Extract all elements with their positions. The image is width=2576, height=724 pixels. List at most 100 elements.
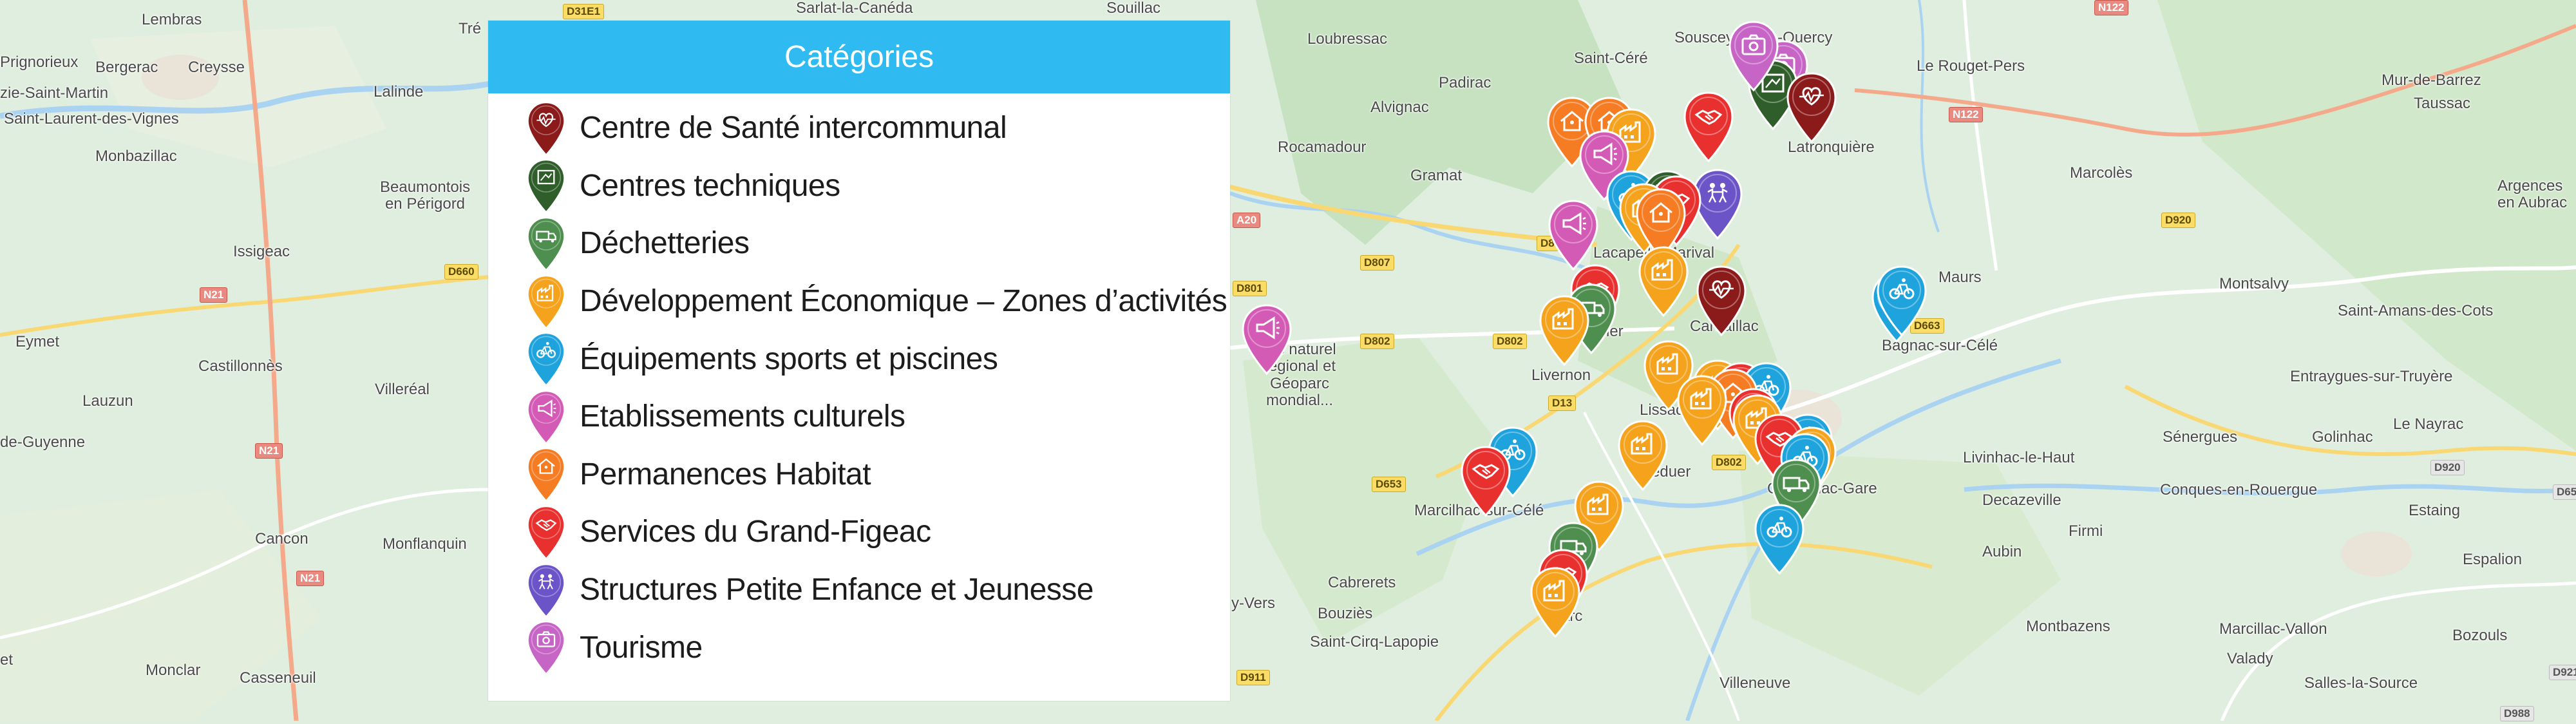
- category-item-permanences-habitat[interactable]: Permanences Habitat: [523, 446, 1227, 504]
- place-label: Rocamadour: [1278, 138, 1367, 156]
- place-label: Cabrerets: [1328, 574, 1396, 591]
- place-label: zie-Saint-Martin: [0, 84, 109, 102]
- place-label: Le Nayrac: [2393, 415, 2464, 433]
- place-label: Prignorieux: [0, 53, 79, 71]
- place-label: Salles-la-Source: [2304, 674, 2418, 692]
- place-label: Saint-Cirq-Lapopie: [1310, 633, 1439, 651]
- legend-title: Catégories: [488, 21, 1230, 93]
- category-item-services-grand-figeac[interactable]: Services du Grand-Figeac: [523, 503, 1227, 561]
- place-label: Estaing: [2409, 502, 2461, 519]
- road-shield: D653: [1372, 477, 1406, 492]
- megaphone-icon: [523, 389, 569, 444]
- place-label: Loubressac: [1307, 30, 1388, 48]
- category-label: Développement Économique – Zones d’activ…: [580, 284, 1227, 319]
- place-label: Eymet: [15, 333, 60, 350]
- map-marker-heart-pulse[interactable]: [1784, 71, 1839, 144]
- recycle-truck-icon: [523, 216, 569, 272]
- place-label: Cancon: [255, 530, 308, 548]
- category-label: Permanences Habitat: [580, 457, 871, 491]
- place-label: Entraygues-sur-Truyère: [2290, 368, 2453, 385]
- place-label: Bergerac: [95, 59, 158, 76]
- road-shield: D807: [1360, 255, 1394, 271]
- place-label: Argences en Aubrac: [2497, 177, 2568, 212]
- place-label: Sarlat-la-Canéda: [796, 0, 913, 17]
- place-label: Beaumontois en Périgord: [380, 178, 471, 213]
- place-label: Montsalvy: [2219, 275, 2289, 292]
- road-shield: D660: [444, 264, 478, 280]
- place-label: et: [0, 651, 14, 669]
- road-shield: N21: [200, 287, 228, 303]
- category-item-developpement-economique[interactable]: Développement Économique – Zones d’activ…: [523, 272, 1227, 330]
- category-item-dechetteries[interactable]: Déchetteries: [523, 214, 1227, 272]
- category-item-etablissements-culturels[interactable]: Etablissements culturels: [523, 388, 1227, 446]
- place-label: Livernon: [1531, 367, 1591, 384]
- handshake-icon: [523, 504, 569, 560]
- road-shield: N122: [1949, 107, 1983, 122]
- map-marker-factory[interactable]: [1528, 566, 1583, 638]
- category-label: Centres techniques: [580, 168, 840, 203]
- category-item-petite-enfance[interactable]: Structures Petite Enfance et Jeunesse: [523, 561, 1227, 619]
- place-label: Castillonnès: [198, 357, 283, 375]
- category-label: Etablissements culturels: [580, 399, 905, 434]
- place-label: Issigeac: [233, 243, 290, 260]
- road-shield: D31E1: [563, 4, 604, 19]
- place-label: Bozouls: [2452, 627, 2508, 644]
- category-item-equipements-sports[interactable]: Équipements sports et piscines: [523, 330, 1227, 388]
- map-canvas[interactable]: Lembras Tré Sarlat-la-Canéda Souillac Pr…: [0, 0, 2576, 722]
- place-label: Monclar: [146, 662, 201, 679]
- map-marker-handshake[interactable]: [1458, 444, 1513, 517]
- map-marker-factory[interactable]: [1537, 294, 1592, 367]
- map-marker-camera[interactable]: [1726, 19, 1781, 92]
- house-people-icon: [523, 446, 569, 502]
- road-shield: D802: [1493, 334, 1527, 349]
- place-label: Decazeville: [1982, 491, 2061, 509]
- bike-icon: [523, 331, 569, 387]
- place-label: Souillac: [1106, 0, 1161, 17]
- place-label: Alvignac: [1370, 99, 1429, 116]
- map-marker-handshake[interactable]: [1681, 90, 1736, 163]
- road-shield: D653: [2553, 484, 2576, 500]
- road-shield: N21: [255, 443, 283, 459]
- category-label: Centre de Santé intercommunal: [580, 111, 1007, 146]
- place-label: Saint-Amans-des-Cots: [2338, 302, 2494, 319]
- place-label: Marcolès: [2070, 164, 2133, 182]
- category-list: Centre de Santé intercommunal Centres te…: [523, 99, 1227, 676]
- place-label: Lalinde: [374, 83, 424, 100]
- road-shield: D920: [2430, 460, 2465, 475]
- road-shield: D988: [2500, 706, 2534, 721]
- road-shield: N21: [296, 571, 325, 586]
- place-label: Saint-Céré: [1574, 50, 1648, 67]
- place-label: Sénergues: [2163, 428, 2238, 446]
- map-marker-megaphone[interactable]: [1239, 303, 1294, 376]
- place-label: Montbazens: [2026, 618, 2110, 635]
- place-label: Monbazillac: [95, 148, 177, 165]
- heart-pulse-icon: [523, 100, 569, 156]
- category-label: Services du Grand-Figeac: [580, 515, 931, 549]
- map-marker-factory[interactable]: [1636, 245, 1691, 318]
- place-label: Lauzun: [82, 392, 133, 410]
- road-shield: D802: [1360, 334, 1394, 349]
- category-item-tourisme[interactable]: Tourisme: [523, 618, 1227, 676]
- category-label: Tourisme: [580, 630, 703, 665]
- camera-icon: [523, 620, 569, 676]
- place-label: Villeneuve: [1719, 674, 1791, 692]
- place-label: Monflanquin: [383, 535, 467, 553]
- map-marker-bike[interactable]: [1752, 502, 1807, 575]
- map-marker-bike[interactable]: [1874, 264, 1929, 337]
- place-label: Valady: [2227, 650, 2273, 667]
- place-label: Saint-Laurent-des-Vignes: [4, 110, 179, 128]
- place-label: Livinhac-le-Haut: [1963, 449, 2075, 466]
- place-label: Casseneuil: [240, 669, 316, 687]
- category-item-centres-techniques[interactable]: Centres techniques: [523, 157, 1227, 215]
- map-marker-heart-pulse[interactable]: [1694, 264, 1749, 337]
- place-label: Firmi: [2069, 522, 2103, 540]
- road-shield: D911: [1236, 670, 1270, 685]
- map-marker-megaphone[interactable]: [1546, 198, 1601, 271]
- map-marker-factory[interactable]: [1674, 374, 1730, 446]
- place-label: Taussac: [2414, 95, 2471, 112]
- road-shield: D920: [2161, 213, 2195, 228]
- place-label: Golinhac: [2312, 428, 2373, 446]
- place-label: Le Rouget-Pers: [1917, 57, 2025, 75]
- category-item-centre-sante[interactable]: Centre de Santé intercommunal: [523, 99, 1227, 157]
- place-label: Espalion: [2463, 551, 2523, 568]
